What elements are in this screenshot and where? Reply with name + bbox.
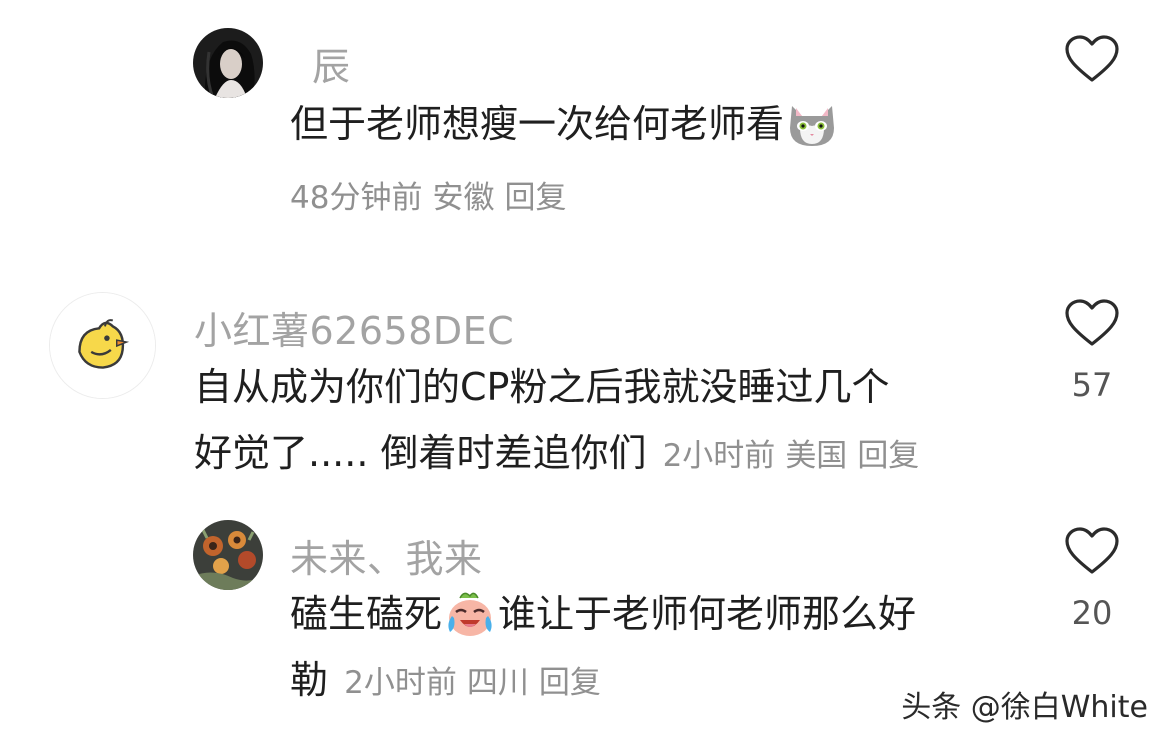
comment-text-line: 好觉了..... 倒着时差追你们 2小时前 美国 回复 (194, 420, 929, 489)
username[interactable]: 小红薯62658DEC (194, 300, 514, 355)
cat-face-emoji (786, 98, 838, 150)
like-count: 57 (1071, 366, 1113, 404)
like-button[interactable] (1064, 34, 1120, 84)
comment-text-line: 自从成为你们的CP粉之后我就没睡过几个 (194, 365, 890, 409)
watermark: 头条 @徐白White (901, 690, 1148, 725)
reply-button[interactable]: 回复 (504, 180, 566, 216)
reply-button[interactable]: 回复 (539, 665, 601, 701)
comment-text: 自从成为你们的CP粉之后我就没睡过几个 好觉了..... 倒着时差追你们 2小时… (194, 354, 929, 489)
comment-text-content: 磕生磕死 (290, 592, 443, 636)
like-button[interactable] (1064, 526, 1120, 576)
comment-text-line: 磕生磕死 谁让于老师何老师那么好 (290, 581, 916, 647)
avatar-image (193, 28, 263, 98)
heart-icon (1065, 527, 1119, 574)
comment-text: 磕生磕死 谁让于老师何老师那么好 勒 2小时前 四川 回复 (290, 581, 916, 716)
comment-location: 安徽 (432, 180, 495, 216)
username[interactable]: 辰 (312, 36, 351, 91)
comment-text: 但于老师想瘦一次给何老师看 (290, 91, 840, 157)
comment-location: 美国 (785, 438, 848, 474)
comment-text-line: 勒 2小时前 四川 回复 (290, 647, 916, 716)
comment-text-content: 谁让于老师何老师那么好 (498, 592, 917, 636)
reply-button[interactable]: 回复 (857, 438, 919, 474)
comment-text-content: 好觉了..... 倒着时差追你们 (194, 431, 647, 475)
username[interactable]: 未来、我来 (290, 528, 483, 583)
like-count: 20 (1071, 594, 1113, 632)
heart-icon (1065, 299, 1119, 346)
crying-laughing-emoji (444, 588, 496, 640)
comment-text-content: 但于老师想瘦一次给何老师看 (290, 102, 785, 146)
comment-time: 48分钟前 (290, 180, 423, 216)
avatar-image (193, 520, 263, 590)
avatar[interactable] (49, 292, 156, 399)
chick-icon (50, 293, 155, 398)
comment-time: 2小时前 (344, 665, 457, 701)
avatar[interactable] (193, 520, 263, 590)
like-button[interactable] (1064, 298, 1120, 348)
comment-text-content: 勒 (290, 658, 329, 702)
comment-time: 2小时前 (662, 438, 776, 474)
comment-meta: 48分钟前 安徽 回复 (290, 172, 576, 217)
comment-location: 四川 (466, 665, 529, 701)
heart-icon (1065, 35, 1119, 82)
comment-thread: 辰 但于老师想瘦一次给何老师看 48分钟前 安徽 回复 小红薯62658DEC … (0, 0, 1170, 740)
avatar[interactable] (193, 28, 263, 98)
comment-meta: 2小时前 四川 回复 (344, 665, 611, 701)
comment-meta: 2小时前 美国 回复 (663, 438, 930, 474)
